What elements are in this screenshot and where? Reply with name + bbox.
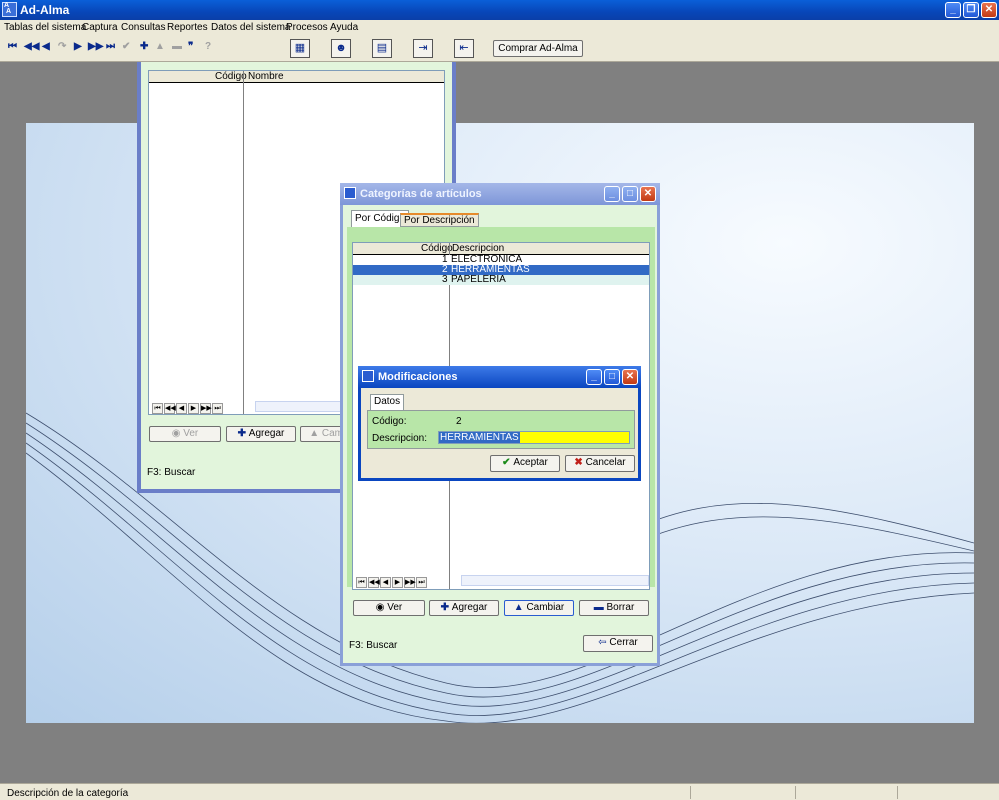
dialog-panel: Código: 2 Descripcion: HERRAMIENTAS	[367, 410, 635, 449]
modifications-dialog: Modificaciones _ □ ✕ Datos Código: 2 Des…	[358, 366, 641, 481]
grid-divider	[243, 71, 244, 414]
col-descripcion[interactable]: Descripcion	[452, 243, 504, 254]
close-button[interactable]: ⇦ Cerrar	[583, 635, 653, 652]
code-value: 2	[456, 416, 462, 427]
toolbar: ⏮ ◀◀ ◀ ↷ ▶ ▶▶ ⏭ ✔ ✚ ▲ ▬ ❞ ? ▦ ☻ ▤ ⇥ ⇤ Co…	[0, 36, 999, 62]
user-icon[interactable]: ☻	[331, 39, 351, 58]
last-icon[interactable]: ⏭	[106, 41, 115, 53]
close-icon[interactable]: ✕	[640, 186, 656, 202]
menu-consultas[interactable]: Consultas	[121, 22, 165, 33]
categories-title-bar: Categorías de artículos _ □ ✕	[340, 183, 660, 205]
status-bar: Descripción de la categoría	[0, 783, 999, 800]
eye-icon: ◉	[375, 602, 388, 613]
back-add-button[interactable]: ✚ Agregar	[226, 426, 296, 442]
undo-icon: ↷	[58, 41, 67, 52]
horizontal-scrollbar[interactable]	[461, 575, 649, 586]
menu-ayuda[interactable]: Ayuda	[330, 22, 358, 33]
back-view-button: ◉ Ver	[149, 426, 221, 442]
close-icon[interactable]: ✕	[981, 2, 997, 18]
app-title: Ad-Alma	[20, 3, 70, 17]
change-button[interactable]: ▲ Cambiar	[504, 600, 574, 616]
check-icon: ✔	[122, 41, 131, 52]
next-icon[interactable]: ▶	[74, 41, 82, 53]
add-button[interactable]: ✚ Agregar	[429, 600, 499, 616]
eye-icon: ◉	[171, 428, 184, 439]
window-icon	[362, 370, 374, 382]
tab-datos[interactable]: Datos	[370, 394, 405, 410]
calculator-icon[interactable]: ▦	[290, 39, 310, 58]
menu-datos-sistema[interactable]: Datos del sistema	[211, 22, 290, 33]
menu-captura[interactable]: Captura	[82, 22, 118, 33]
plus-icon: ✚	[440, 602, 452, 613]
view-button[interactable]: ◉ Ver	[353, 600, 425, 616]
app-icon: A A	[2, 2, 17, 17]
col-codigo[interactable]: Código	[215, 71, 247, 82]
menu-procesos[interactable]: Procesos	[286, 22, 328, 33]
status-divider	[795, 786, 796, 799]
prev-page-icon[interactable]: ◀◀	[24, 41, 39, 53]
status-divider	[897, 786, 898, 799]
categories-title: Categorías de artículos	[360, 188, 482, 200]
next-page-icon[interactable]: ▶▶	[88, 41, 103, 53]
buy-button[interactable]: Comprar Ad-Alma	[493, 40, 583, 57]
minimize-icon[interactable]: _	[586, 369, 602, 385]
back-grid-header: Código Nombre	[149, 71, 444, 83]
restore-icon[interactable]: ❐	[963, 2, 979, 18]
delete-button[interactable]: ▬ Borrar	[579, 600, 649, 616]
code-label: Código:	[372, 416, 407, 427]
col-nombre[interactable]: Nombre	[248, 71, 284, 82]
close-icon[interactable]: ✕	[622, 369, 638, 385]
check-icon: ✔	[502, 457, 514, 468]
back-hint: F3: Buscar	[147, 467, 196, 478]
minimize-icon[interactable]: _	[604, 186, 620, 202]
menu-bar: Tablas del sistema Captura Consultas Rep…	[0, 20, 999, 36]
cross-icon: ✖	[574, 457, 586, 468]
login-icon[interactable]: ⇥	[413, 39, 433, 58]
tab-por-descripcion[interactable]: Por Descripción	[400, 213, 479, 227]
add-icon[interactable]: ✚	[140, 41, 148, 53]
logout-icon[interactable]: ⇤	[454, 39, 474, 58]
maximize-icon[interactable]: □	[604, 369, 620, 385]
col-codigo[interactable]: Código	[421, 243, 453, 254]
triangle-icon: ▲	[513, 602, 527, 613]
status-divider	[690, 786, 691, 799]
help-icon: ?	[205, 41, 212, 52]
description-input[interactable]: HERRAMIENTAS	[438, 431, 630, 444]
menu-tablas[interactable]: Tablas del sistema	[4, 22, 86, 33]
list-icon[interactable]: ▤	[372, 39, 392, 58]
cancel-button[interactable]: ✖ Cancelar	[565, 455, 635, 472]
accept-button[interactable]: ✔ Aceptar	[490, 455, 560, 472]
dialog-title: Modificaciones	[378, 371, 458, 383]
triangle-icon: ▲	[309, 428, 322, 439]
prev-icon[interactable]: ◀	[42, 41, 50, 53]
minus-icon: ▬	[593, 602, 607, 613]
record-navigator[interactable]: ⏮ ◀◀ ◀ ▶ ▶▶ ⏭	[356, 575, 428, 588]
status-text: Descripción de la categoría	[7, 788, 129, 799]
table-row[interactable]: 3 PAPELERIA	[353, 275, 649, 285]
dialog-title-bar: Modificaciones _ □ ✕	[358, 366, 641, 388]
maximize-icon[interactable]: □	[622, 186, 638, 202]
first-icon[interactable]: ⏮	[8, 41, 17, 53]
app-title-bar: A A Ad-Alma _ ❐ ✕	[0, 0, 999, 20]
record-navigator[interactable]: ⏮ ◀◀ ◀ ▶ ▶▶ ⏭	[152, 401, 224, 414]
up-icon: ▲	[155, 41, 165, 52]
plus-icon: ✚	[237, 428, 249, 439]
minus-icon: ▬	[172, 41, 182, 52]
exit-icon: ⇦	[598, 637, 610, 648]
description-label: Descripcion:	[372, 433, 428, 444]
window-icon	[344, 187, 356, 199]
menu-reportes[interactable]: Reportes	[167, 22, 208, 33]
minimize-icon[interactable]: _	[945, 2, 961, 18]
categories-hint: F3: Buscar	[349, 640, 398, 651]
quote-icon[interactable]: ❞	[188, 41, 193, 53]
